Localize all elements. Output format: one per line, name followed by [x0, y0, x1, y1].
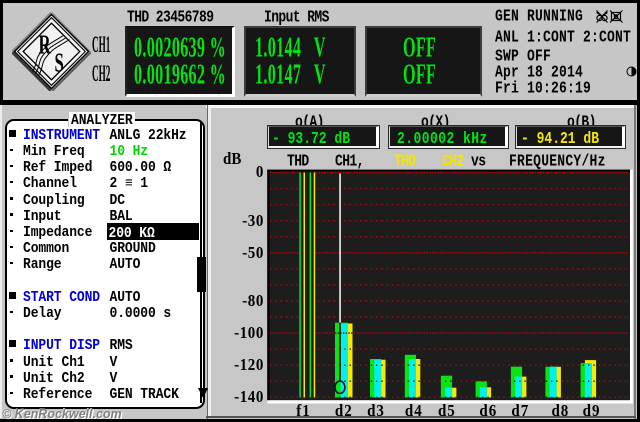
- svg-text:S: S: [55, 47, 64, 77]
